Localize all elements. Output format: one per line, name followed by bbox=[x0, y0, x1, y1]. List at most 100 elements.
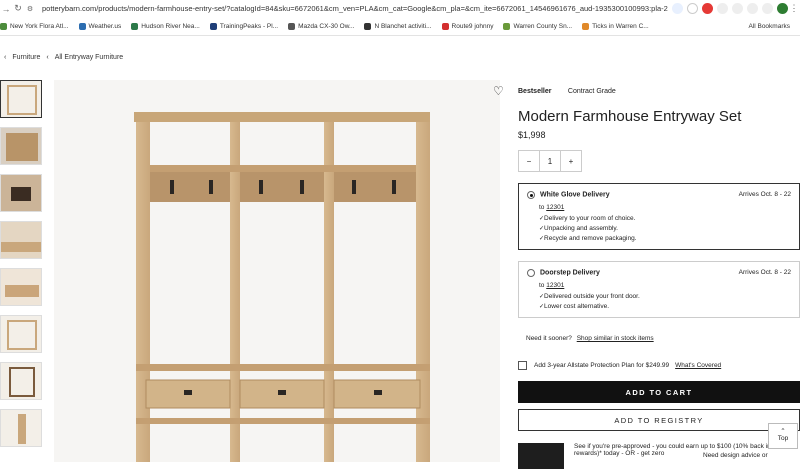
bookmark-favicon-icon bbox=[582, 23, 590, 30]
bookmark-favicon-icon bbox=[209, 23, 217, 30]
bookmark-item[interactable]: Warren County Sn... bbox=[503, 23, 572, 30]
protection-plan: Add 3-year Allstate Protection Plan for … bbox=[518, 361, 800, 370]
protection-plan-text: Add 3-year Allstate Protection Plan for … bbox=[534, 362, 670, 369]
contract-grade-badge: Contract Grade bbox=[567, 88, 616, 95]
product-info: Bestseller Contract Grade Modern Farmhou… bbox=[518, 80, 800, 469]
doorstep-zip-link[interactable]: 12301 bbox=[546, 282, 564, 289]
doorstep-arrival: Arrives Oct. 8 - 22 bbox=[738, 269, 791, 276]
white-glove-bullet: Recycle and remove packaging. bbox=[539, 235, 791, 242]
bookmark-star-icon[interactable] bbox=[732, 3, 743, 14]
share-icon[interactable] bbox=[717, 3, 728, 14]
need-sooner: Need it sooner? Shop similar in stock it… bbox=[518, 335, 800, 342]
white-glove-arrival: Arrives Oct. 8 - 22 bbox=[738, 191, 791, 198]
bookmarks-bar: New York Flora Atl... Weather.us Hudson Ri… bbox=[0, 19, 800, 34]
product-title: Modern Farmhouse Entryway Set bbox=[518, 108, 742, 125]
bookmark-item[interactable]: Weather.us bbox=[78, 23, 122, 30]
doorstep-title: Doorstep Delivery bbox=[540, 269, 600, 277]
google-lens-icon[interactable] bbox=[672, 3, 683, 14]
favorite-heart-icon[interactable]: ♡ bbox=[493, 84, 504, 98]
need-sooner-text: Need it sooner? bbox=[526, 335, 572, 342]
top-label: Top bbox=[777, 435, 789, 442]
google-icon[interactable] bbox=[687, 3, 698, 14]
puzzle-icon[interactable] bbox=[747, 3, 758, 14]
quantity-stepper: − 1 + bbox=[518, 150, 582, 172]
white-glove-zip-link[interactable]: 12301 bbox=[546, 204, 564, 211]
back-to-top-button[interactable]: ⌃ Top bbox=[768, 423, 798, 449]
quantity-decrease-button[interactable]: − bbox=[519, 151, 540, 171]
browser-chrome: → ↻ ⚙ potterybarn.com/products/modern-fa… bbox=[0, 0, 800, 36]
chevron-left-icon: ‹ bbox=[46, 54, 49, 61]
thumbnail-7[interactable] bbox=[0, 362, 42, 400]
thumbnail-4[interactable] bbox=[0, 221, 42, 259]
breadcrumb: ‹ Furniture ‹ All Entryway Furniture bbox=[4, 54, 129, 61]
white-glove-to-label: to bbox=[539, 204, 545, 211]
bookmark-label: TrainingPeaks - Pl... bbox=[219, 23, 279, 30]
white-glove-bullet: Delivery to your room of choice. bbox=[539, 215, 791, 222]
bookmark-label: N Blanchet activiti... bbox=[374, 23, 432, 30]
bookmark-label: Warren County Sn... bbox=[513, 23, 573, 30]
whats-covered-link[interactable]: What's Covered bbox=[675, 362, 721, 369]
thumbnail-1[interactable] bbox=[0, 80, 42, 118]
bookmark-item[interactable]: Hudson River Nea... bbox=[131, 23, 200, 30]
white-glove-radio[interactable] bbox=[527, 191, 535, 199]
doorstep-bullet: Lower cost alternative. bbox=[539, 303, 791, 310]
bookmark-label: Hudson River Nea... bbox=[141, 23, 200, 30]
bookmark-item[interactable]: Ticks in Warren C... bbox=[582, 23, 649, 30]
bookmark-favicon-icon bbox=[288, 23, 296, 30]
doorstep-bullet: Delivered outside your front door. bbox=[539, 293, 791, 300]
add-to-registry-button[interactable]: ADD TO REGISTRY bbox=[518, 409, 800, 431]
breadcrumb-entryway[interactable]: All Entryway Furniture bbox=[55, 54, 123, 61]
bookmark-item[interactable]: N Blanchet activiti... bbox=[364, 23, 432, 30]
doorstep-radio[interactable] bbox=[527, 269, 535, 277]
bookmark-label: Route9 johnny bbox=[451, 23, 494, 30]
menu-icon[interactable]: ⋮ bbox=[788, 3, 800, 14]
quantity-input[interactable]: 1 bbox=[540, 151, 561, 171]
reload-icon[interactable]: ↻ bbox=[12, 3, 24, 14]
bookmark-label: Ticks in Warren C... bbox=[592, 23, 649, 30]
white-glove-bullet: Unpacking and assembly. bbox=[539, 225, 791, 232]
thumbnail-strip bbox=[0, 80, 44, 456]
product-image bbox=[54, 80, 500, 462]
doorstep-delivery-option[interactable]: Doorstep Delivery Arrives Oct. 8 - 22 to… bbox=[518, 261, 800, 318]
address-bar-row: → ↻ ⚙ potterybarn.com/products/modern-fa… bbox=[0, 0, 800, 17]
thumbnail-2[interactable] bbox=[0, 127, 42, 165]
thumbnail-5[interactable] bbox=[0, 268, 42, 306]
add-to-cart-button[interactable]: ADD TO CART bbox=[518, 381, 800, 403]
forward-icon[interactable]: → bbox=[0, 4, 12, 14]
site-info-icon[interactable]: ⚙ bbox=[24, 5, 36, 13]
bookmark-item[interactable]: Mazda CX-30 Ow... bbox=[288, 23, 354, 30]
shop-in-stock-link[interactable]: Shop similar in stock items bbox=[577, 335, 654, 342]
thumbnail-3[interactable] bbox=[0, 174, 42, 212]
bookmark-favicon-icon bbox=[441, 23, 449, 30]
url-bar[interactable]: potterybarn.com/products/modern-farmhous… bbox=[42, 4, 668, 13]
protection-plan-checkbox[interactable] bbox=[518, 361, 527, 370]
bookmark-favicon-icon bbox=[503, 23, 511, 30]
entryway-set-illustration bbox=[134, 112, 430, 462]
bookmark-label: New York Flora Atl... bbox=[10, 23, 69, 30]
bookmark-favicon-icon bbox=[364, 23, 372, 30]
thumbnail-8[interactable] bbox=[0, 409, 42, 447]
white-glove-title: White Glove Delivery bbox=[540, 191, 610, 199]
profile-avatar[interactable] bbox=[777, 3, 788, 14]
quantity-increase-button[interactable]: + bbox=[561, 151, 581, 171]
bookmark-item[interactable]: Route9 johnny bbox=[441, 23, 494, 30]
bookmark-favicon-icon bbox=[0, 23, 7, 30]
chevron-up-icon: ⌃ bbox=[780, 428, 786, 435]
design-help-widget[interactable]: Need design advice or bbox=[697, 452, 800, 462]
bookmark-favicon-icon bbox=[131, 23, 139, 30]
bookmark-label: Mazda CX-30 Ow... bbox=[298, 23, 355, 30]
bestseller-badge: Bestseller bbox=[518, 88, 552, 95]
thumbnail-6[interactable] bbox=[0, 315, 42, 353]
sidebar-icon[interactable] bbox=[762, 3, 773, 14]
bookmark-label: Weather.us bbox=[88, 23, 122, 30]
white-glove-delivery-option[interactable]: White Glove Delivery Arrives Oct. 8 - 22… bbox=[518, 183, 800, 250]
breadcrumb-furniture[interactable]: Furniture bbox=[12, 54, 40, 61]
bookmark-item[interactable]: TrainingPeaks - Pl... bbox=[209, 23, 279, 30]
doorstep-to-label: to bbox=[539, 282, 545, 289]
all-bookmarks-button[interactable]: All Bookmarks bbox=[748, 23, 790, 30]
bookmark-favicon-icon bbox=[78, 23, 86, 30]
product-price: $1,998 bbox=[518, 130, 546, 140]
bookmark-item[interactable]: New York Flora Atl... bbox=[0, 23, 69, 30]
credit-card-image bbox=[518, 443, 564, 469]
extension-icon[interactable] bbox=[702, 3, 713, 14]
